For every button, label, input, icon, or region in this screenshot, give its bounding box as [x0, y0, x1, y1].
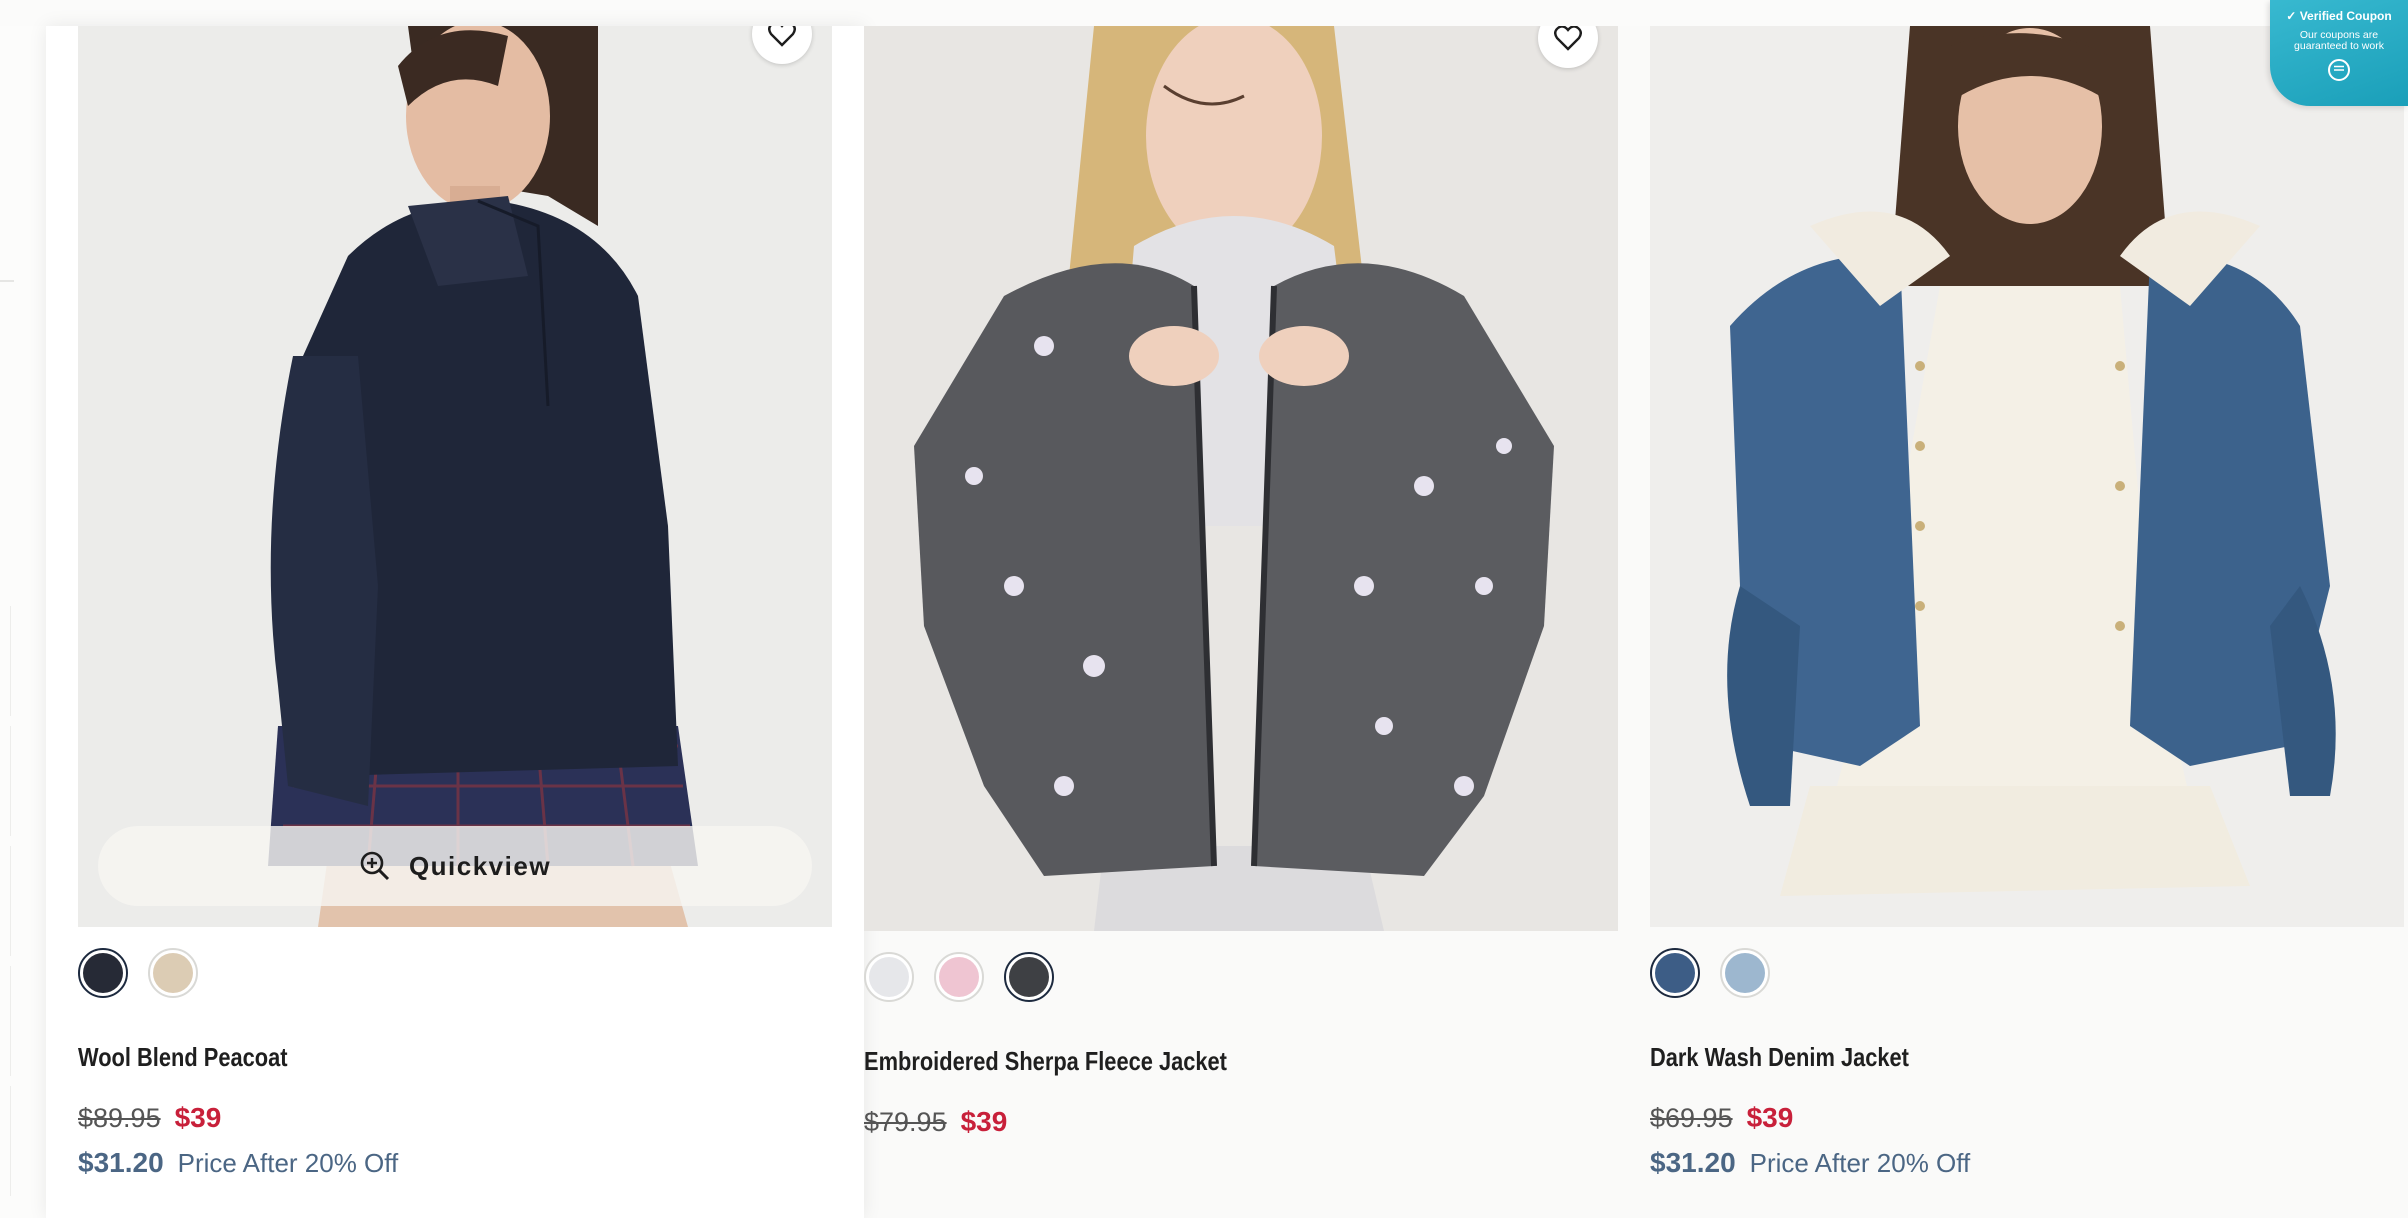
original-price: $69.95	[1650, 1103, 1733, 1133]
price-row: $69.95 $39	[1650, 1102, 1793, 1134]
discounted-price: $31.20	[78, 1147, 164, 1178]
filter-edge[interactable]	[0, 1086, 11, 1196]
zoom-in-icon	[360, 851, 389, 881]
sale-price: $39	[174, 1102, 222, 1133]
price-row: $89.95 $39	[78, 1102, 221, 1134]
quickview-button[interactable]: Quickview	[98, 826, 812, 906]
discount-price-row: $31.20 Price After 20% Off	[1650, 1147, 1970, 1179]
sale-price: $39	[1746, 1102, 1794, 1133]
discounted-price: $31.20	[1650, 1147, 1736, 1178]
coupon-text: Our coupons are guaranteed to work	[2294, 29, 2384, 52]
color-swatch[interactable]	[1720, 948, 1770, 998]
color-swatch[interactable]	[148, 948, 198, 998]
color-swatches	[864, 952, 1054, 1002]
product-name[interactable]: Embroidered Sherpa Fleece Jacket	[864, 1046, 1227, 1077]
color-swatches	[1650, 948, 1770, 998]
product-image-denim[interactable]	[1650, 26, 2404, 927]
heart-icon	[768, 26, 796, 47]
product-name[interactable]: Wool Blend Peacoat	[78, 1042, 288, 1073]
discount-label: Price After 20% Off	[177, 1148, 399, 1178]
quickview-label: Quickview	[408, 850, 552, 881]
original-price: $79.95	[864, 1107, 947, 1137]
chat-bubble-icon[interactable]	[2270, 58, 2408, 87]
divider	[0, 280, 14, 282]
discount-price-row: $31.20 Price After 20% Off	[78, 1147, 398, 1179]
color-swatch[interactable]	[78, 948, 128, 998]
filter-edge[interactable]	[0, 966, 11, 1076]
heart-icon	[1554, 26, 1582, 51]
product-image-sherpa[interactable]	[864, 26, 1618, 931]
filter-edge[interactable]	[0, 726, 11, 836]
price-row: $79.95 $39	[864, 1106, 1007, 1138]
product-image-peacoat[interactable]: Quickview	[78, 26, 832, 927]
product-name[interactable]: Dark Wash Denim Jacket	[1650, 1042, 1909, 1073]
color-swatch[interactable]	[1650, 948, 1700, 998]
filter-edge[interactable]	[0, 846, 11, 956]
sale-price: $39	[960, 1106, 1008, 1137]
color-swatch[interactable]	[1004, 952, 1054, 1002]
left-filter-rail	[0, 26, 46, 1218]
color-swatch[interactable]	[934, 952, 984, 1002]
original-price: $89.95	[78, 1103, 161, 1133]
coupon-title: Verified Coupon	[2299, 9, 2392, 23]
color-swatch[interactable]	[864, 952, 914, 1002]
top-bar	[0, 0, 2408, 26]
discount-label: Price After 20% Off	[1749, 1148, 1971, 1178]
verified-coupon-badge[interactable]: ✓ Verified Coupon Our coupons are guaran…	[2270, 0, 2408, 106]
check-circle-icon: ✓	[2286, 9, 2297, 23]
filter-edge[interactable]	[0, 606, 11, 716]
coupon-title-row: ✓ Verified Coupon	[2270, 9, 2408, 23]
color-swatches	[78, 948, 198, 998]
